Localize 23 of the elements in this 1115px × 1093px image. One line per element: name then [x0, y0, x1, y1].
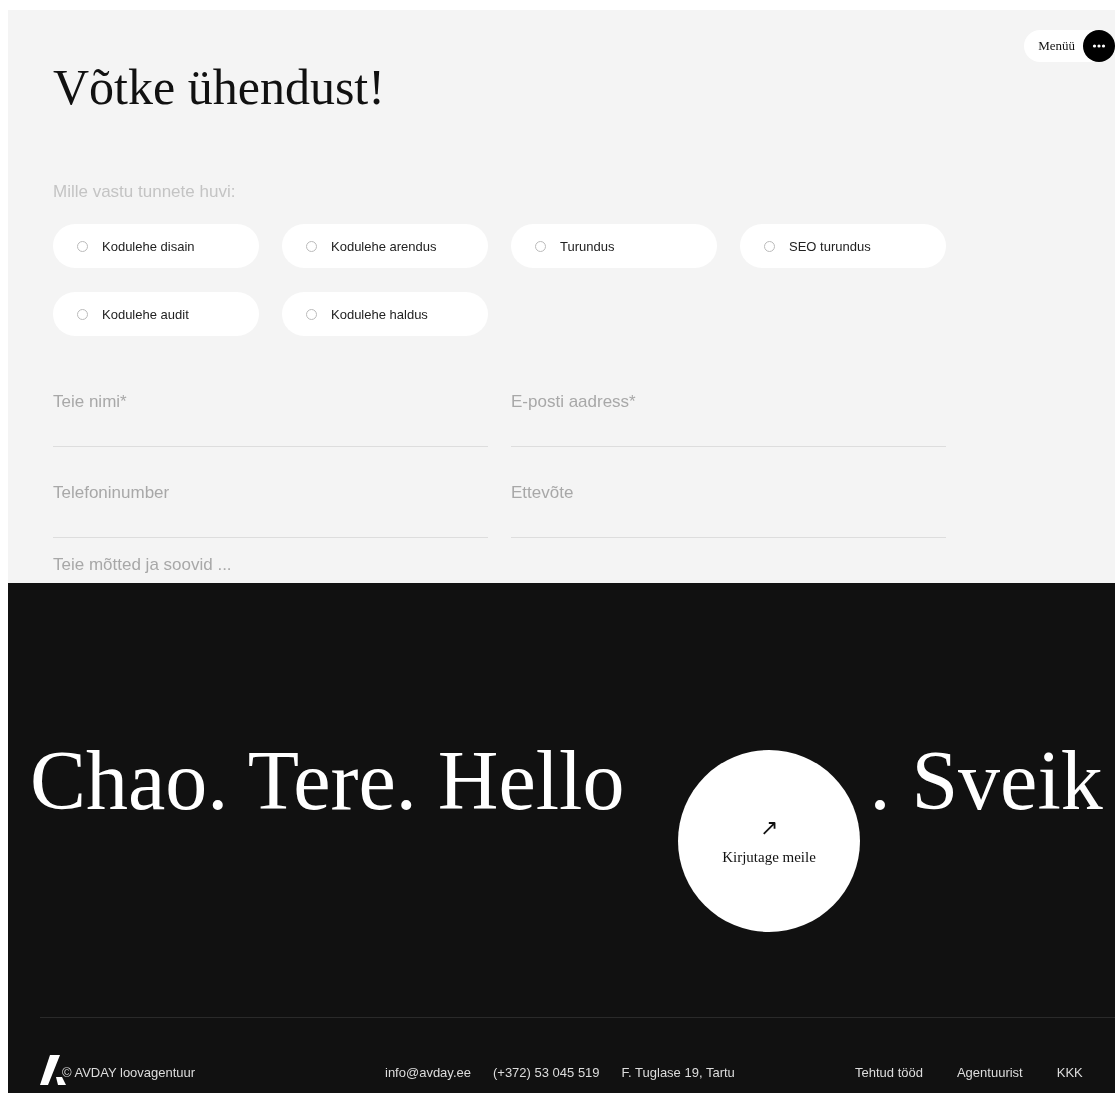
greeting-text: . Sveik	[869, 733, 1103, 829]
page-heading: Võtke ühendust!	[53, 58, 385, 117]
interest-option[interactable]: Kodulehe arendus	[282, 224, 488, 268]
footer-link[interactable]: Tehtud tööd	[855, 1065, 923, 1080]
footer-link[interactable]: Agentuurist	[956, 1065, 1023, 1080]
input-field[interactable]: Ettevõte	[511, 463, 946, 538]
contact-link[interactable]: info@avday.ee	[385, 1065, 471, 1080]
menu-button[interactable]: Menüü	[1024, 30, 1115, 62]
interest-option[interactable]: Kodulehe haldus	[282, 292, 488, 336]
greeting-text: Chao. Tere. Hello	[30, 733, 625, 829]
input-field[interactable]: Telefoninumber	[53, 463, 488, 538]
interest-option[interactable]: SEO turundus	[740, 224, 946, 268]
footer-link[interactable]: KKK	[1056, 1065, 1083, 1080]
interest-option[interactable]: Kodulehe audit	[53, 292, 259, 336]
write-us-button[interactable]: ↗ Kirjutage meile	[678, 750, 860, 932]
input-field[interactable]: E-posti aadress*	[511, 372, 946, 447]
interest-option[interactable]: Turundus	[511, 224, 717, 268]
contact-link[interactable]: (+372) 53 045 519	[492, 1065, 600, 1080]
contact-link[interactable]: F. Tuglase 19, Tartu	[621, 1065, 735, 1080]
message-field[interactable]: Teie mõtted ja soovid ...	[53, 554, 946, 576]
interest-option[interactable]: Kodulehe disain	[53, 224, 259, 268]
copyright-text: © AVDAY loovagentuur	[62, 1065, 196, 1080]
input-field[interactable]: Teie nimi*	[53, 372, 488, 447]
